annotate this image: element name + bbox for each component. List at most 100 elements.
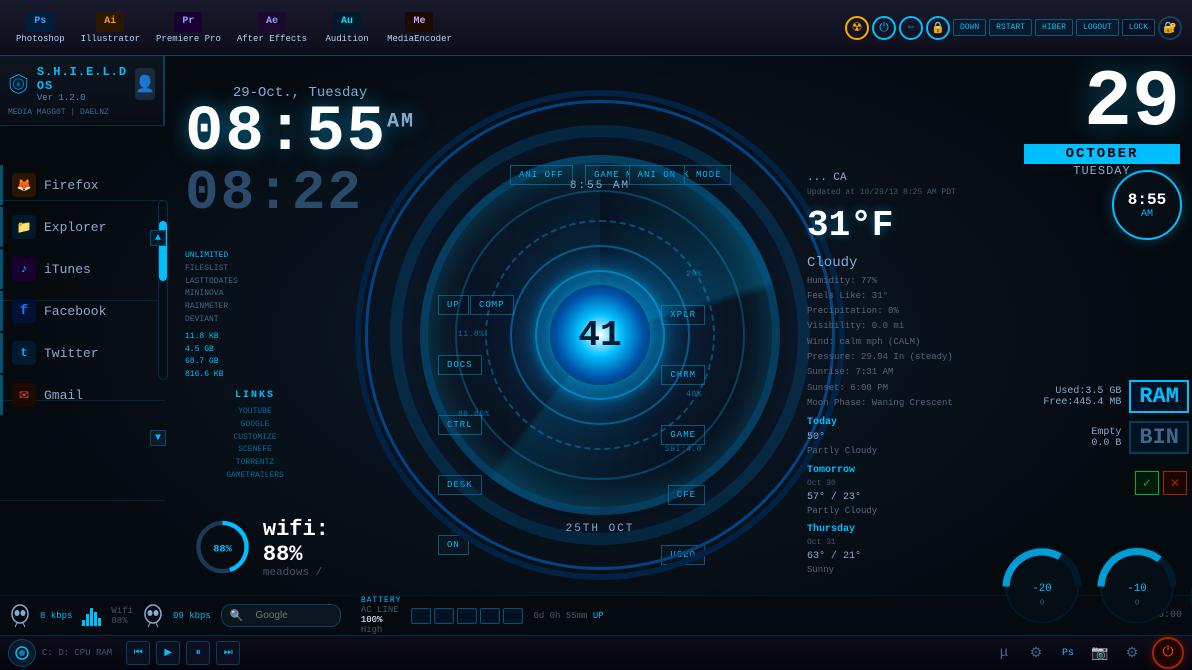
forecast-tomorrow-temp: 57° / 23° [807, 490, 1007, 505]
battery-icon-1[interactable] [411, 608, 431, 624]
nav-explorer[interactable]: 📁 Explorer [0, 207, 165, 247]
wifi-mini-label: Wifi 88% [111, 606, 133, 626]
info-filelist: FILESLIST [185, 263, 325, 276]
nav-explorer-label: Explorer [44, 220, 106, 235]
battery-icon-2[interactable] [434, 608, 454, 624]
arrows-icon[interactable]: ⇔ [899, 16, 923, 40]
uptime-label: UP [593, 611, 604, 621]
info-deviant: DEVIANT [185, 314, 325, 327]
app-photoshop[interactable]: Ps Photoshop [10, 8, 71, 48]
logout-button[interactable]: LOGOUT [1076, 19, 1119, 36]
start-button[interactable] [8, 639, 36, 667]
ai-label: Illustrator [81, 34, 140, 44]
no-button[interactable]: ✕ [1163, 471, 1187, 495]
app-audition[interactable]: Au Audition [317, 8, 377, 48]
app-aftereffects[interactable]: Ae After Effects [231, 8, 313, 48]
info-rainmeter: RAINMETER [185, 301, 325, 314]
ram-used: Used:3.5 GB [1043, 386, 1121, 397]
padlock-icon[interactable]: 🔐 [1158, 16, 1182, 40]
time-main: 08:55AM [185, 97, 415, 169]
media-play-button[interactable]: ▶ [156, 641, 180, 665]
ring-pct-20: 20% [686, 270, 702, 279]
au-icon: Au [333, 12, 361, 32]
start-icon [14, 645, 30, 661]
facebook-icon: f [12, 299, 36, 323]
ps-tray-icon[interactable]: Ps [1056, 641, 1080, 665]
scroll-down-arrow[interactable]: ▼ [150, 430, 166, 446]
link-scenefe[interactable]: SCENEFE [185, 444, 325, 457]
link-torrentz[interactable]: TORRENTZ [185, 457, 325, 470]
shield-title: S.H.I.E.L.D OS [37, 65, 127, 93]
lock-button[interactable]: LOCK [1122, 19, 1155, 36]
uptime-section: 0d 0h 55mm UP [533, 611, 603, 621]
info-unlimited: UNLIMITED [185, 250, 325, 263]
right-kbps: 09 kbps [173, 611, 211, 621]
bin-label: BIN [1129, 421, 1189, 454]
media-prev-button[interactable]: ⏮ [126, 641, 150, 665]
svg-text:-20: -20 [1032, 583, 1051, 595]
hiber-button[interactable]: HIBER [1035, 19, 1073, 36]
link-customize[interactable]: CUSTOMIZE [185, 432, 325, 445]
power-off-button[interactable]: ⏻ [1152, 637, 1184, 669]
me-label: MediaEncoder [387, 34, 452, 44]
nav-twitter[interactable]: t Twitter [0, 333, 165, 373]
small-clock-ampm: AM [1141, 209, 1153, 220]
camera-tray-icon[interactable]: 📷 [1088, 641, 1112, 665]
pr-label: Premiere Pro [156, 34, 221, 44]
battery-icon-4[interactable] [480, 608, 500, 624]
app-illustrator[interactable]: Ai Illustrator [75, 8, 146, 48]
stat-val-3: 68.7 GB [185, 356, 219, 369]
info-lasttodates: LASTTODATES [185, 276, 325, 289]
nav-itunes[interactable]: ♪ iTunes [0, 249, 165, 289]
media-next-button[interactable]: ⏭ [216, 641, 240, 665]
stat-val-1: 11.8 KB [185, 331, 219, 344]
ok-button[interactable]: ✓ [1135, 471, 1159, 495]
nav-gmail[interactable]: ✉ Gmail [0, 375, 165, 415]
app-mediaencoder[interactable]: Me MediaEncoder [381, 8, 458, 48]
search-container[interactable]: 🔍 [221, 604, 341, 627]
down-button[interactable]: DOWN [953, 19, 986, 36]
weather-temp: 31°F [807, 199, 1007, 253]
left-kbps: 8 kbps [40, 611, 72, 621]
app-premiere[interactable]: Pr Premiere Pro [150, 8, 227, 48]
power-icon[interactable]: ⏻ [872, 16, 896, 40]
rstart-button[interactable]: RSTART [989, 19, 1032, 36]
moon-phase: Moon Phase: Waning Crescent [807, 396, 1007, 411]
nuclear-icon[interactable]: ☢ [845, 16, 869, 40]
battery-label: BATTERY [361, 596, 402, 605]
media-pause-button[interactable]: ⏸ [186, 641, 210, 665]
ram-info: Used:3.5 GB Free:445.4 MB RAM [1004, 380, 1189, 413]
link-youtube[interactable]: YOUTUBE [185, 406, 325, 419]
big-date: 29 [1024, 64, 1180, 144]
nav-firefox[interactable]: 🦊 Firefox [0, 165, 165, 205]
steam-tray-icon[interactable]: ⚙ [1024, 641, 1048, 665]
link-gametrailers[interactable]: GAMETRAILERS [185, 470, 325, 483]
bar-3 [90, 608, 93, 626]
ac-line: AC LINE [361, 605, 402, 615]
stat-row-2: 4.5 GB [185, 344, 325, 357]
search-input[interactable] [248, 607, 328, 624]
nav-facebook[interactable]: f Facebook [0, 291, 165, 331]
gear-tray-icon[interactable]: ⚙ [1120, 641, 1144, 665]
nav-firefox-label: Firefox [44, 178, 99, 193]
link-google[interactable]: GOOGLE [185, 419, 325, 432]
scroll-up-arrow[interactable]: ▲ [150, 230, 166, 246]
explorer-icon: 📁 [12, 215, 36, 239]
arc-reactor: ANI OFF GAME MODE DESK MODE ANI ON 8:55 … [350, 55, 850, 615]
battery-icon-5[interactable] [503, 608, 523, 624]
small-clock-time: 8:55 [1128, 191, 1166, 209]
network-mini-right: 09 kbps [173, 611, 211, 621]
bar-5 [98, 618, 101, 626]
ps-label: Photoshop [16, 34, 65, 44]
lock-icon[interactable]: 🔒 [926, 16, 950, 40]
bin-status: Empty [1091, 427, 1121, 438]
uTorrent-tray-icon[interactable]: μ [992, 641, 1016, 665]
confirm-buttons: ✓ ✕ [1135, 471, 1187, 495]
battery-icon-3[interactable] [457, 608, 477, 624]
speed-meter-svg [1187, 567, 1192, 627]
forecast-thursday-temp: 63° / 21° [807, 549, 1007, 564]
mini-gauges-panel: -20 0 -10 0 [997, 502, 1187, 632]
alien-svg-left [10, 604, 30, 628]
calendar-panel: 29 OCTOBER TUESDAY [1012, 56, 1192, 186]
taskbar-apps: Ps Photoshop Ai Illustrator Pr Premiere … [0, 8, 845, 48]
